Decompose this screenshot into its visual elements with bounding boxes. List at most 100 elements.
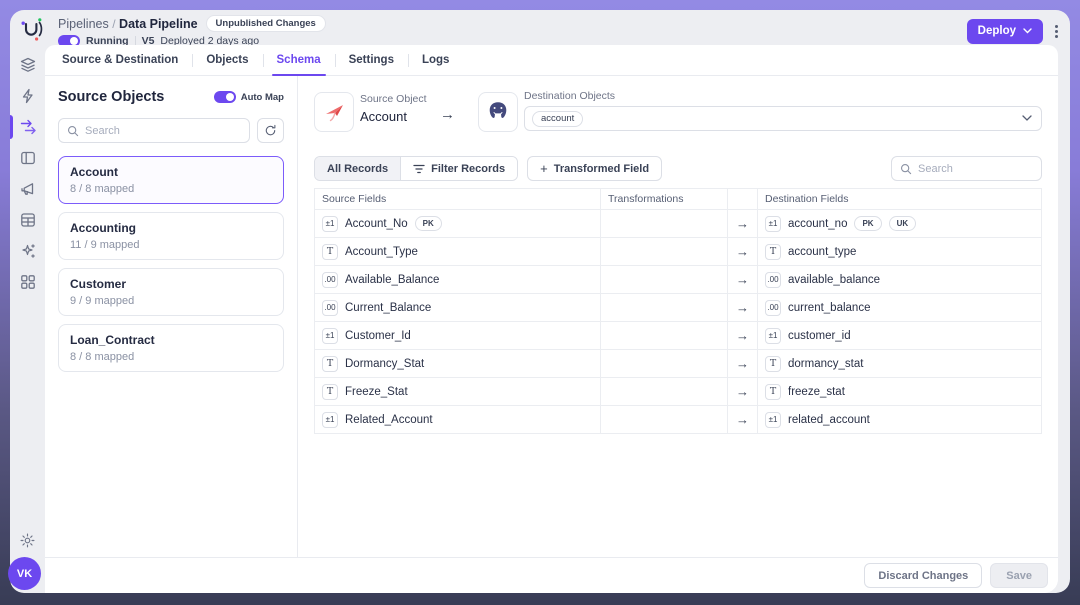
zap-icon[interactable]: [10, 87, 45, 105]
field-type-icon: T: [765, 384, 781, 400]
source-field-cell[interactable]: T Dormancy_Stat: [315, 350, 600, 378]
source-object-item-mapped-count: 9 / 9 mapped: [70, 295, 272, 307]
tab-settings[interactable]: Settings: [335, 45, 408, 75]
destination-field-cell[interactable]: .00 available_balance: [757, 266, 1041, 294]
destination-field-cell[interactable]: ±1 related_account: [757, 406, 1041, 434]
table-row: ±1 Customer_Id → ±1 customer_id: [315, 322, 1041, 350]
destination-field-cell[interactable]: .00 current_balance: [757, 294, 1041, 322]
table-icon[interactable]: [10, 211, 45, 229]
plus-icon: +: [540, 161, 548, 176]
source-field-cell[interactable]: ±1 Account_No PK: [315, 210, 600, 238]
destination-objects-label: Destination Objects: [524, 90, 1042, 102]
source-object-item-name: Accounting: [70, 221, 272, 235]
table-row: ±1 Account_No PK → ±1 account_no PKUK: [315, 210, 1041, 238]
source-field-cell[interactable]: ±1 Customer_Id: [315, 322, 600, 350]
table-row: T Dormancy_Stat → T dormancy_stat: [315, 350, 1041, 378]
deploy-button[interactable]: Deploy: [967, 19, 1043, 44]
map-arrow-icon: →: [727, 378, 757, 406]
source-object-name: Account: [360, 109, 427, 124]
source-field-cell[interactable]: T Account_Type: [315, 238, 600, 266]
source-field-cell[interactable]: ±1 Related_Account: [315, 406, 600, 434]
tab-objects[interactable]: Objects: [192, 45, 262, 75]
transformation-cell[interactable]: [600, 238, 727, 266]
pk-key-badge: PK: [415, 216, 442, 231]
map-arrow-icon: →: [727, 238, 757, 266]
auto-map-toggle[interactable]: [214, 91, 236, 103]
filter-icon: [413, 164, 425, 174]
field-type-icon: T: [322, 244, 338, 260]
tab-source-destination[interactable]: Source & Destination: [48, 45, 192, 75]
field-type-icon: ±1: [765, 412, 781, 428]
fields-search-input[interactable]: Search: [891, 156, 1042, 181]
source-field-cell[interactable]: .00 Available_Balance: [315, 266, 600, 294]
destination-field-cell[interactable]: T account_type: [757, 238, 1041, 266]
source-object-item-name: Account: [70, 165, 272, 179]
field-type-icon: ±1: [765, 328, 781, 344]
source-object-item-mapped-count: 8 / 8 mapped: [70, 183, 272, 195]
refresh-button[interactable]: [257, 118, 284, 143]
main-card: Source & DestinationObjectsSchemaSetting…: [45, 45, 1058, 593]
breadcrumb[interactable]: Pipelines / Data Pipeline: [58, 17, 198, 31]
chevron-down-icon: [1023, 28, 1032, 34]
source-object-item[interactable]: Accounting 11 / 9 mapped: [58, 212, 284, 260]
destination-connector-icon: [478, 92, 518, 132]
destination-objects-select[interactable]: account: [524, 106, 1042, 131]
source-connector-icon: [314, 92, 354, 132]
discard-changes-button[interactable]: Discard Changes: [864, 563, 982, 588]
megaphone-icon[interactable]: [10, 180, 45, 198]
stack-icon[interactable]: [10, 56, 45, 74]
transformation-cell[interactable]: [600, 406, 727, 434]
destination-object-tag: account: [532, 111, 583, 127]
tab-logs[interactable]: Logs: [408, 45, 463, 75]
transformation-cell[interactable]: [600, 294, 727, 322]
map-arrow-icon: →: [727, 266, 757, 294]
field-type-icon: .00: [322, 300, 338, 316]
source-field-cell[interactable]: T Freeze_Stat: [315, 378, 600, 406]
map-arrow-icon: →: [727, 294, 757, 322]
source-object-item-name: Loan_Contract: [70, 333, 272, 347]
source-object-item[interactable]: Loan_Contract8 / 8 mapped: [58, 324, 284, 372]
source-field-cell[interactable]: .00 Current_Balance: [315, 294, 600, 322]
source-objects-search-input[interactable]: Search: [58, 118, 250, 143]
transformations-column-header: Transformations: [600, 189, 727, 210]
field-mapping-table: Source Fields Transformations Destinatio…: [314, 188, 1042, 434]
arrow-column-header: [727, 189, 757, 210]
top-header: Pipelines / Data Pipeline Unpublished Ch…: [10, 10, 1070, 45]
transformation-cell[interactable]: [600, 350, 727, 378]
destination-field-cell[interactable]: ±1 customer_id: [757, 322, 1041, 350]
apps-icon[interactable]: [10, 273, 45, 291]
field-type-icon: .00: [765, 272, 781, 288]
filter-records-button[interactable]: Filter Records: [400, 157, 517, 180]
pipeline-icon[interactable]: [10, 118, 45, 136]
more-options-button[interactable]: [1055, 25, 1058, 38]
transformation-cell[interactable]: [600, 322, 727, 350]
source-object-item[interactable]: Customer 9 / 9 mapped: [58, 268, 284, 316]
transformation-cell[interactable]: [600, 210, 727, 238]
sparkles-icon[interactable]: [10, 242, 45, 260]
add-transformed-field-button[interactable]: + Transformed Field: [527, 156, 662, 181]
field-type-icon: T: [765, 244, 781, 260]
unpublished-changes-badge: Unpublished Changes: [206, 15, 326, 32]
source-object-item-mapped-count: 11 / 9 mapped: [70, 239, 272, 251]
auto-map-label: Auto Map: [241, 92, 284, 103]
panel-title: Source Objects: [58, 89, 164, 105]
layout-icon[interactable]: [10, 149, 45, 167]
settings-icon[interactable]: [10, 532, 45, 549]
destination-field-cell[interactable]: T freeze_stat: [757, 378, 1041, 406]
table-row: T Freeze_Stat → T freeze_stat: [315, 378, 1041, 406]
user-avatar[interactable]: VK: [8, 557, 41, 590]
destination-field-cell[interactable]: T dormancy_stat: [757, 350, 1041, 378]
field-type-icon: ±1: [322, 412, 338, 428]
transformation-cell[interactable]: [600, 378, 727, 406]
source-object-item-name: Customer: [70, 277, 272, 291]
transformation-cell[interactable]: [600, 266, 727, 294]
field-type-icon: .00: [322, 272, 338, 288]
source-objects-panel: Source Objects Auto Map Search Account 8 …: [45, 76, 298, 557]
field-type-icon: ±1: [322, 216, 338, 232]
tab-schema[interactable]: Schema: [263, 45, 335, 75]
all-records-button[interactable]: All Records: [315, 157, 400, 180]
save-button[interactable]: Save: [990, 563, 1048, 588]
destination-field-cell[interactable]: ±1 account_no PKUK: [757, 210, 1041, 238]
field-type-icon: .00: [765, 300, 781, 316]
source-object-item[interactable]: Account 8 / 8 mapped: [58, 156, 284, 204]
